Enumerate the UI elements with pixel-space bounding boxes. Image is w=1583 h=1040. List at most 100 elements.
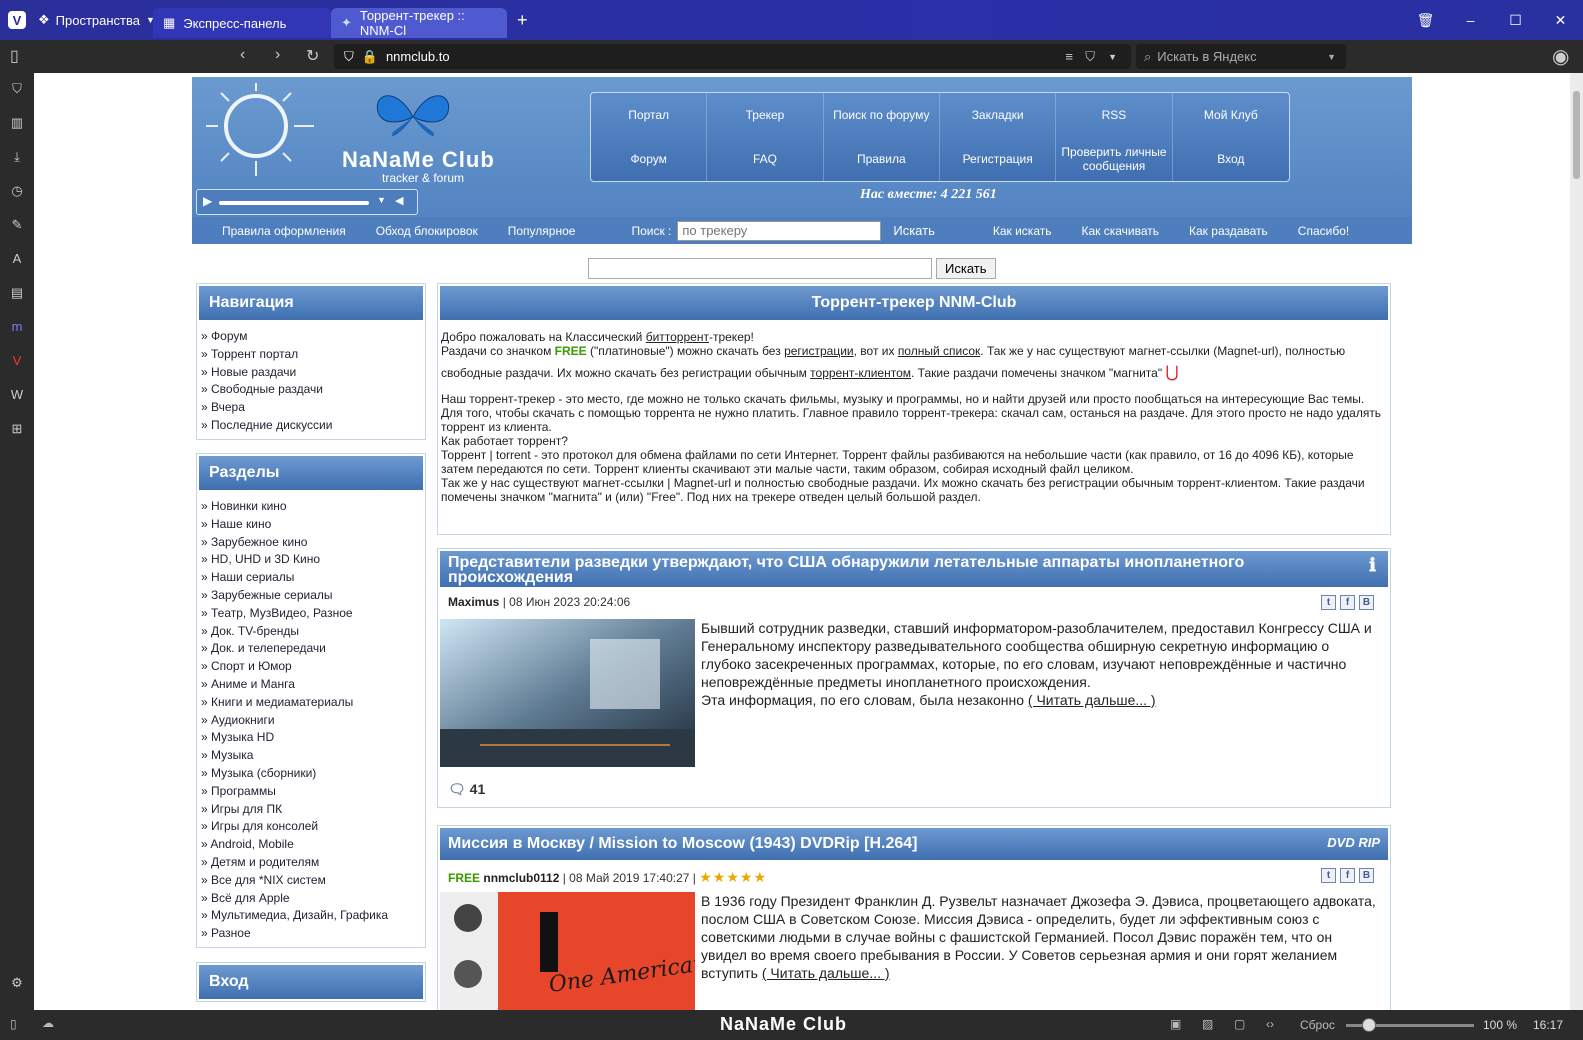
add-panel-icon[interactable]: ⊞ [7, 421, 27, 441]
navigation-link[interactable]: Последние дискуссии [201, 417, 425, 435]
navigation-link[interactable]: Новые раздачи [201, 364, 425, 382]
bookmarks-icon[interactable]: ⛉ [7, 81, 27, 101]
zoom-reset-button[interactable]: Сброс [1300, 1018, 1335, 1032]
section-link[interactable]: Все для *NIX систем [201, 872, 425, 890]
panel-toggle-icon[interactable]: ▯ [10, 1017, 17, 1031]
navigation-link[interactable]: Вчера [201, 399, 425, 417]
facebook-icon[interactable]: f [1340, 595, 1355, 610]
maximize-button[interactable]: ☐ [1493, 12, 1538, 29]
menu-item[interactable]: Портал [591, 93, 708, 137]
torrent-author[interactable]: nnmclub0112 [483, 871, 559, 885]
vivaldi-icon[interactable]: V [7, 353, 27, 373]
zoom-slider[interactable] [1346, 1018, 1474, 1032]
forward-button[interactable]: › [275, 46, 280, 64]
reading-list-icon[interactable]: ▥ [7, 115, 27, 135]
cloud-sync-icon[interactable]: ☁ [42, 1016, 54, 1030]
audio-player[interactable]: ▶ ▼ ◀ [196, 189, 418, 215]
vk-icon[interactable]: B [1359, 868, 1374, 883]
vivaldi-logo-icon[interactable]: V [8, 11, 26, 29]
subnav-link[interactable]: Как раздавать [1189, 224, 1268, 238]
torrent-poster[interactable]: One American's [440, 892, 695, 1010]
page-scrollbar[interactable] [1570, 73, 1583, 1010]
scrollbar-thumb[interactable] [1573, 91, 1580, 179]
section-link[interactable]: Музыка (сборники) [201, 765, 425, 783]
logo-title[interactable]: NaNaMe Club [342, 147, 495, 173]
subnav-link[interactable]: Как скачивать [1081, 224, 1159, 238]
address-field[interactable]: ⛉ 🔒 nnmclub.to ≡ ⛉ ▼ [334, 44, 1131, 69]
navigation-link[interactable]: Свободные раздачи [201, 381, 425, 399]
menu-item[interactable]: Правила [824, 137, 940, 181]
section-link[interactable]: Наши сериалы [201, 569, 425, 587]
menu-item[interactable]: Форум [591, 137, 708, 181]
menu-item[interactable]: RSS [1056, 93, 1173, 137]
minimize-button[interactable]: – [1448, 12, 1493, 28]
code-icon[interactable]: ‹› [1266, 1017, 1274, 1031]
subnav-link[interactable]: Как искать [993, 224, 1052, 238]
menu-item[interactable]: Мой Клуб [1173, 93, 1289, 137]
subnav-link[interactable]: Популярное [508, 224, 576, 238]
history-icon[interactable]: ◷ [7, 183, 27, 203]
reload-button[interactable]: ↻ [306, 46, 319, 66]
tracker-search-input[interactable] [677, 220, 882, 241]
navigation-link[interactable]: Форум [201, 328, 425, 346]
section-link[interactable]: Книги и медиаматериалы [201, 694, 425, 712]
menu-item[interactable]: Закладки [940, 93, 1057, 137]
downloads-icon[interactable]: ⤓ [7, 149, 27, 169]
close-button[interactable]: ✕ [1538, 12, 1583, 29]
facebook-icon[interactable]: f [1340, 868, 1355, 883]
subnav-link[interactable]: Обход блокировок [376, 224, 478, 238]
registration-link[interactable]: регистрации [784, 344, 854, 358]
new-tab-button[interactable]: + [517, 10, 528, 31]
chevron-down-icon[interactable]: ▼ [377, 195, 386, 205]
profile-avatar-icon[interactable]: ◉ [1552, 44, 1569, 69]
section-link[interactable]: Разное [201, 925, 425, 943]
window-icon[interactable]: ▢ [1234, 1017, 1245, 1031]
section-link[interactable]: Док. TV-бренды [201, 623, 425, 641]
tab-nnm-club[interactable]: ✦ Торрент-трекер :: NNM-Cl [331, 8, 507, 38]
section-link[interactable]: Зарубежное кино [201, 534, 425, 552]
menu-item[interactable]: FAQ [707, 137, 824, 181]
section-link[interactable]: HD, UHD и 3D Кино [201, 551, 425, 569]
subnav-link[interactable]: Спасибо! [1298, 224, 1349, 238]
news-image[interactable] [440, 619, 695, 767]
trash-icon[interactable]: 🗑 [1403, 12, 1448, 29]
reader-icon[interactable]: ≡ [1065, 49, 1073, 64]
global-search-button[interactable]: Искать [936, 258, 996, 279]
section-link[interactable]: Док. и телепередачи [201, 640, 425, 658]
tab-express-panel[interactable]: ▦ Экспресс-панель [153, 8, 331, 38]
camera-icon[interactable]: ▣ [1170, 1017, 1181, 1031]
player-progress[interactable] [219, 201, 369, 205]
wikipedia-icon[interactable]: W [7, 387, 27, 407]
back-button[interactable]: ‹ [240, 46, 245, 64]
news-title[interactable]: Представители разведки утверждают, что С… [438, 549, 1390, 589]
bookmark-icon[interactable]: ⛉ [1085, 49, 1095, 65]
full-list-link[interactable]: полный список [898, 344, 980, 358]
section-link[interactable]: Зарубежные сериалы [201, 587, 425, 605]
section-link[interactable]: Аудиокниги [201, 712, 425, 730]
read-more-link[interactable]: ( Читать дальше... ) [1028, 692, 1156, 708]
translate-icon[interactable]: A [7, 251, 27, 271]
section-link[interactable]: Мультимедиа, Дизайн, Графика [201, 907, 425, 925]
section-link[interactable]: Android, Mobile [201, 836, 425, 854]
section-link[interactable]: Игры для консолей [201, 818, 425, 836]
section-link[interactable]: Игры для ПК [201, 801, 425, 819]
menu-item[interactable]: Регистрация [940, 137, 1057, 181]
comments[interactable]: 🗨 41 [448, 781, 485, 798]
section-link[interactable]: Музыка HD [201, 729, 425, 747]
read-more-link[interactable]: ( Читать дальше... ) [762, 965, 890, 981]
image-icon[interactable]: ▨ [1202, 1017, 1213, 1031]
global-search-input[interactable] [588, 258, 932, 279]
menu-item[interactable]: Вход [1173, 137, 1289, 181]
menu-item[interactable]: Проверить личные сообщения [1056, 137, 1173, 181]
menu-item[interactable]: Поиск по форуму [824, 93, 940, 137]
section-link[interactable]: Наше кино [201, 516, 425, 534]
info-icon[interactable]: ℹ [1369, 555, 1376, 576]
spaces-button[interactable]: ❖ Пространства ▼ [38, 12, 155, 28]
section-link[interactable]: Спорт и Юмор [201, 658, 425, 676]
section-link[interactable]: Всё для Apple [201, 890, 425, 908]
play-icon[interactable]: ▶ [203, 194, 212, 208]
torrent-client-link[interactable]: торрент-клиентом [810, 366, 911, 380]
tracker-search-button[interactable]: Искать [893, 223, 935, 238]
chevron-down-icon[interactable]: ▼ [1108, 52, 1117, 62]
vk-icon[interactable]: B [1359, 595, 1374, 610]
